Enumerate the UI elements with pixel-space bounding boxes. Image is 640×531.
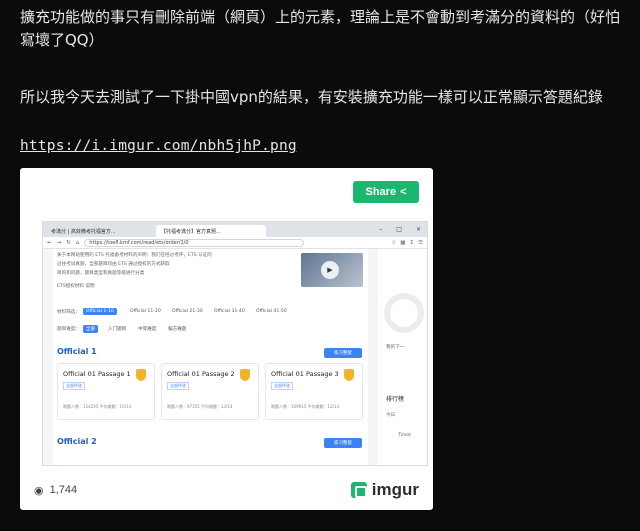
section-title: Official 1 xyxy=(57,347,97,356)
browser-tab: 考滿分 | 高效備考托福官方... xyxy=(46,225,156,237)
filter-chip: Official 11-20 xyxy=(130,309,161,314)
ets-note: ETS授权材料 说明 xyxy=(57,284,95,289)
rank-user: Timot xyxy=(398,433,412,438)
sidebar-text: 我的下一 xyxy=(386,345,405,350)
passage-card: Official 01 Passage 2 全部作答 做题人数：97355 平均… xyxy=(161,363,259,420)
embed-footer: ◉ 1,744 imgur xyxy=(20,470,433,510)
tab-title: 考滿分 | 高效備考托福官方... xyxy=(51,228,116,235)
passage-title: Official 01 Passage 2 xyxy=(167,370,235,378)
image-link[interactable]: https://i.imgur.com/nbh5jhP.png xyxy=(20,138,297,154)
back-icon: ← xyxy=(47,239,52,246)
passage-meta: 做题人数：109915 平均做题：12/14 xyxy=(271,404,340,409)
passage-title: Official 01 Passage 1 xyxy=(63,370,131,378)
imgur-embed-card: Share < 考滿分 | 高效備考托福官方... 【托福考滿分】官方真題...… xyxy=(20,168,433,510)
passage-tag: 全部作答 xyxy=(167,382,189,390)
share-button[interactable]: Share < xyxy=(353,181,419,203)
rank-title: 排行榜 xyxy=(386,396,405,403)
difficulty-chip: 全部 xyxy=(83,325,99,333)
trophy-icon xyxy=(136,369,146,381)
video-thumbnail: ▶ xyxy=(301,253,363,287)
passage-meta: 做题人数：154295 平均做题：10/14 xyxy=(63,404,132,409)
window-controls: – □ × xyxy=(379,226,421,233)
rank-tab: 今日 xyxy=(386,413,396,418)
reload-icon: ↻ xyxy=(66,239,71,246)
progress-ring xyxy=(384,293,424,333)
browser-tab-active: 【托福考滿分】官方真題... xyxy=(156,225,266,237)
imgur-logo-icon xyxy=(350,482,367,498)
practice-button: 练习整套 xyxy=(324,438,362,448)
share-icon: < xyxy=(400,186,407,198)
web-page: 关于本网站使用的 ETS 托福备考材料的声明：我们在经过考评，ETS 认证的 过… xyxy=(43,249,427,465)
post-paragraph-2: 所以我今天去測試了一下掛中國vpn的結果，有安裝擴充功能一樣可以正常顯示答題紀錄 xyxy=(20,88,603,106)
passage-card: Official 01 Passage 3 全部作答 做题人数：109915 平… xyxy=(265,363,363,420)
tab-title: 【托福考滿分】官方真題... xyxy=(161,228,221,235)
trophy-icon xyxy=(344,369,354,381)
intro-text: 过往考试真题，全部题目均由 ETS 通过授权的方式获取 xyxy=(57,262,170,267)
difficulty-chip: 中等难度 xyxy=(138,327,157,332)
passage-tag: 全部作答 xyxy=(63,382,85,390)
embedded-screenshot[interactable]: 考滿分 | 高效備考托福官方... 【托福考滿分】官方真題... – □ × ← →… xyxy=(42,221,428,466)
play-icon: ▶ xyxy=(321,261,339,279)
filter-chip: Official 31-40 xyxy=(214,309,245,314)
url-field: https://toefl.kmf.com/read/ets/order/1/0 xyxy=(84,238,305,247)
filter-chip: Official 41-50 xyxy=(256,309,287,314)
toolbar-icons: ☆ ▦ ↧ ☰ xyxy=(391,239,423,246)
passage-meta: 做题人数：97355 平均做题：13/14 xyxy=(167,404,233,409)
filter-label: 材料筛选： xyxy=(57,310,80,315)
post-paragraph-1: 擴充功能做的事只有刪除前端（網頁）上的元素，理論上是不會動到考滿分的資料的（好怕… xyxy=(20,8,621,49)
difficulty-chip: 入门题目 xyxy=(108,327,127,332)
home-icon: ⌂ xyxy=(75,239,80,246)
page-main: 关于本网站使用的 ETS 托福备考材料的声明：我们在经过考评，ETS 认证的 过… xyxy=(53,249,368,465)
filter-chip: Official 1-10 xyxy=(83,308,117,315)
browser-tabbar: 考滿分 | 高效備考托福官方... 【托福考滿分】官方真題... – □ × xyxy=(43,222,427,237)
page-sidebar: 我的下一 排行榜 今日 Timot xyxy=(378,249,427,465)
difficulty-chip: 偏方难题 xyxy=(168,327,187,332)
view-count: ◉ 1,744 xyxy=(34,484,77,497)
difficulty-label: 题目难度： xyxy=(57,327,80,332)
imgur-brand[interactable]: imgur xyxy=(350,480,419,500)
forward-icon: → xyxy=(56,239,62,246)
passage-card: Official 01 Passage 1 全部作答 做题人数：154295 平… xyxy=(57,363,155,420)
views-value: 1,744 xyxy=(49,484,78,496)
url-text: https://toefl.kmf.com/read/ets/order/1/0 xyxy=(89,239,189,246)
trophy-icon xyxy=(240,369,250,381)
passage-title: Official 01 Passage 3 xyxy=(271,370,339,378)
practice-button: 练习整套 xyxy=(324,348,362,358)
intro-text: 关于本网站使用的 ETS 托福备考材料的声明：我们在经过考评，ETS 认证的 xyxy=(57,253,212,258)
passage-tag: 全部作答 xyxy=(271,382,293,390)
eye-icon: ◉ xyxy=(34,484,44,497)
filter-chip: Official 21-30 xyxy=(172,309,203,314)
browser-addressbar: ← → ↻ ⌂ https://toefl.kmf.com/read/ets/o… xyxy=(43,237,427,249)
share-label: Share xyxy=(365,186,397,198)
section-title: Official 2 xyxy=(57,437,97,446)
intro-text: 目的和问题，题目类型和真题等级进行分类 xyxy=(57,271,145,276)
brand-name: imgur xyxy=(371,480,419,499)
